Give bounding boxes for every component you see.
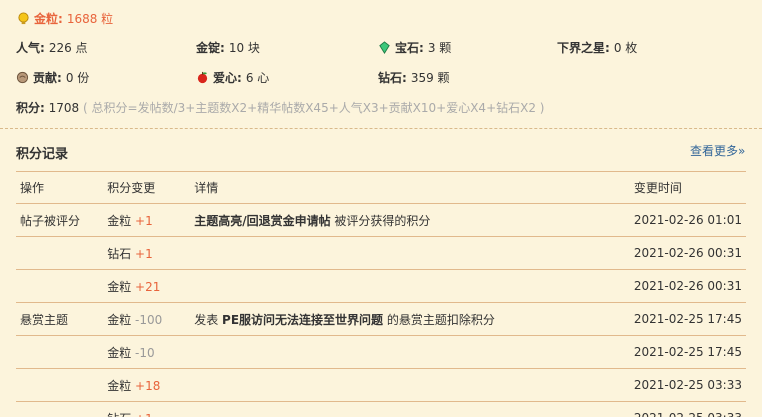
detail-prefix: 发表 [194,312,223,327]
table-row: 金粒 +18 2021-02-25 03:33 [16,368,746,402]
gold-value: 1688 粒 [66,12,114,26]
time-cell: 2021-02-25 17:45 [629,335,746,369]
col-header-operation: 操作 [16,171,104,204]
time-cell: 2021-02-26 00:31 [629,269,746,303]
star-label: 下界之星: [557,41,610,55]
detail-cell [190,401,630,417]
love-label: 爱心: [213,71,242,85]
table-body: 帖子被评分 金粒 +1 主题高亮/回退赏金申请帖 被评分获得的积分 2021-02-2… [16,203,746,417]
total-label: 积分: [16,101,45,115]
credit-delta: +1 [135,246,153,261]
detail-cell [190,269,630,303]
diamond-value: 359 颗 [410,71,450,85]
credit-unit: 金粒 [107,213,132,228]
contribution-icon [16,71,29,84]
change-cell: 金粒 -100 [103,302,191,336]
detail-cell: 发表 PE服访问无法连接至世界问题 的悬赏主题扣除积分 [190,302,630,336]
credit-unit: 金粒 [107,345,132,360]
credit-unit: 金粒 [107,378,132,393]
table-row: 钻石 +1 2021-02-26 00:31 [16,236,746,270]
contribution-label: 贡献: [33,71,62,85]
gem-label: 宝石: [395,41,424,55]
popularity-value: 226 点 [48,41,88,55]
credit-unit: 钻石 [107,412,131,417]
change-cell: 金粒 +18 [103,368,191,402]
detail-cell: 主题高亮/回退赏金申请帖 被评分获得的积分 [190,203,630,237]
operation-cell [16,401,104,417]
ingot-label: 金锭: [196,41,225,55]
table-row: 钻石 +1 2021-02-25 03:33 [16,401,746,417]
ingot-value: 10 块 [228,41,260,55]
change-cell: 金粒 -10 [103,335,191,369]
gem-icon [379,41,390,54]
gem-value: 3 颗 [427,41,452,55]
table-row: 悬赏主题 金粒 -100 发表 PE服访问无法连接至世界问题 的悬赏主题扣除积分 20… [16,302,746,336]
detail-cell [190,335,630,369]
popularity-label: 人气: [16,41,45,55]
operation-cell [16,269,104,303]
table-header-row: 操作 积分变更 详情 变更时间 [16,171,746,204]
stat-contribution: 贡献: 0 份 [16,69,89,86]
credit-unit: 金粒 [107,279,132,294]
col-header-detail: 详情 [190,171,630,204]
time-cell: 2021-02-26 01:01 [629,203,746,237]
stat-popularity: 人气: 226 点 [16,39,88,56]
diamond-label: 钻石: [378,71,407,85]
credit-delta: +18 [135,378,161,393]
time-cell: 2021-02-26 00:31 [629,236,746,270]
time-cell: 2021-02-25 03:33 [629,368,746,402]
credit-delta: +1 [135,213,153,228]
detail-cell [190,236,630,270]
time-cell: 2021-02-25 17:45 [629,302,746,336]
credit-delta: +21 [135,279,161,294]
operation-cell: 悬赏主题 [16,302,104,336]
stat-ingot: 金锭: 10 块 [196,39,260,56]
total-credits: 积分: 1708 ( 总积分=发帖数/3+主题数X2+精华帖数X45+人气X3+… [16,99,544,116]
change-cell: 钻石 +1 [103,236,191,270]
detail-suffix: 的悬赏主题扣除积分 [383,312,495,327]
operation-cell: 帖子被评分 [16,203,104,237]
love-value: 6 心 [245,71,270,85]
section-title: 积分记录 [16,147,69,162]
stat-gem: 宝石: 3 颗 [378,39,451,56]
gold-credit-summary: 金粒: 1688 粒 [17,10,113,27]
credit-delta: -100 [135,312,163,327]
star-value: 0 枚 [613,41,638,55]
change-cell: 金粒 +21 [103,269,191,303]
gold-label: 金粒: [34,12,63,26]
apple-heart-icon [197,71,208,84]
col-header-time: 变更时间 [629,171,746,204]
credits-page: 金粒: 1688 粒 人气: 226 点 金锭: 10 块 宝石: 3 颗 下界… [0,0,762,417]
operation-cell [16,368,104,402]
contribution-value: 0 份 [65,71,90,85]
change-cell: 钻石 +1 [103,401,191,417]
detail-cell [190,368,630,402]
credit-delta: -10 [135,345,155,360]
operation-cell [16,236,104,270]
credit-unit: 钻石 [107,246,132,261]
table-row: 金粒 -10 2021-02-25 17:45 [16,335,746,369]
time-cell: 2021-02-25 03:33 [629,401,746,417]
table-row: 帖子被评分 金粒 +1 主题高亮/回退赏金申请帖 被评分获得的积分 2021-02-2… [16,203,746,237]
view-more-link[interactable]: 查看更多» [690,142,745,159]
stat-nether-star: 下界之星: 0 枚 [557,39,637,56]
thread-link[interactable]: PE服访问无法连接至世界问题 [222,313,383,327]
total-formula: ( 总积分=发帖数/3+主题数X2+精华帖数X45+人气X3+贡献X10+爱心X… [83,101,545,115]
table-row: 金粒 +21 2021-02-26 00:31 [16,269,746,303]
stat-diamond: 钻石: 359 颗 [378,69,450,86]
section-divider [0,128,762,129]
change-cell: 金粒 +1 [103,203,191,237]
credit-unit: 金粒 [107,312,132,327]
operation-cell [16,335,104,369]
thread-link[interactable]: 主题高亮/回退赏金申请帖 [194,214,330,228]
stat-love: 爱心: 6 心 [196,69,269,86]
detail-suffix: 被评分获得的积分 [330,213,431,228]
credit-log-table: 操作 积分变更 详情 变更时间 帖子被评分 金粒 +1 主题高亮/回退赏金申请帖 被… [16,171,746,417]
gold-nugget-icon [18,12,29,25]
col-header-change: 积分变更 [103,171,191,204]
credit-delta: +1 [135,412,153,417]
total-value: 1708 [48,101,80,115]
